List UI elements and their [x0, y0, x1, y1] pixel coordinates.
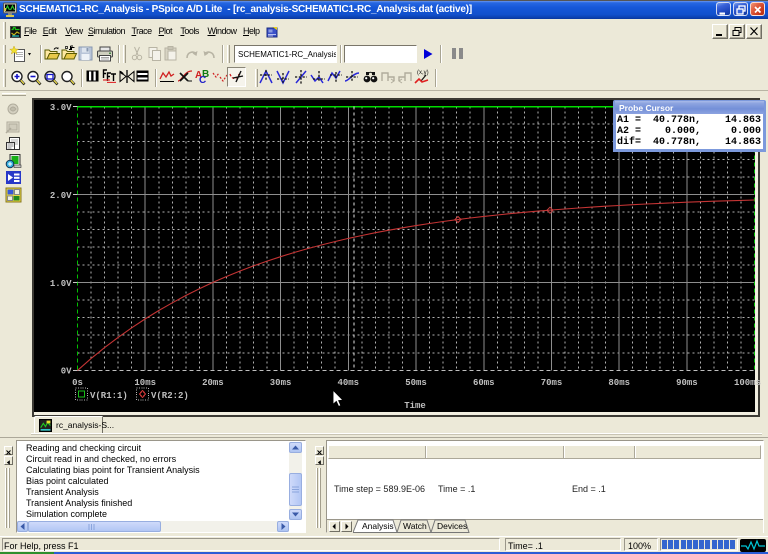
svg-text:1.0V: 1.0V	[50, 279, 72, 289]
svg-text:Time: Time	[404, 401, 426, 411]
svg-text:V(R1:1): V(R1:1)	[90, 391, 128, 401]
svg-text:70ms: 70ms	[541, 378, 563, 388]
svg-text:90ms: 90ms	[676, 378, 698, 388]
svg-text:C: C	[199, 75, 206, 84]
svg-text:(x,y): (x,y)	[417, 70, 429, 76]
svg-text:Watch: Watch	[403, 521, 427, 531]
svg-text:30ms: 30ms	[270, 378, 292, 388]
svg-text:40ms: 40ms	[337, 378, 359, 388]
svg-text:100ms: 100ms	[734, 378, 761, 388]
svg-text:Devices: Devices	[437, 521, 467, 531]
svg-text:Analysis: Analysis	[362, 521, 394, 531]
svg-text:10ms: 10ms	[134, 378, 156, 388]
svg-text:0s: 0s	[72, 378, 83, 388]
svg-text:80ms: 80ms	[608, 378, 630, 388]
svg-text:60ms: 60ms	[473, 378, 495, 388]
svg-text:20ms: 20ms	[202, 378, 224, 388]
svg-text:V(R2:2): V(R2:2)	[151, 391, 189, 401]
svg-text:3.0V: 3.0V	[50, 103, 72, 113]
svg-text:50ms: 50ms	[405, 378, 427, 388]
svg-text:0V: 0V	[61, 367, 72, 377]
svg-text:2.0V: 2.0V	[50, 191, 72, 201]
